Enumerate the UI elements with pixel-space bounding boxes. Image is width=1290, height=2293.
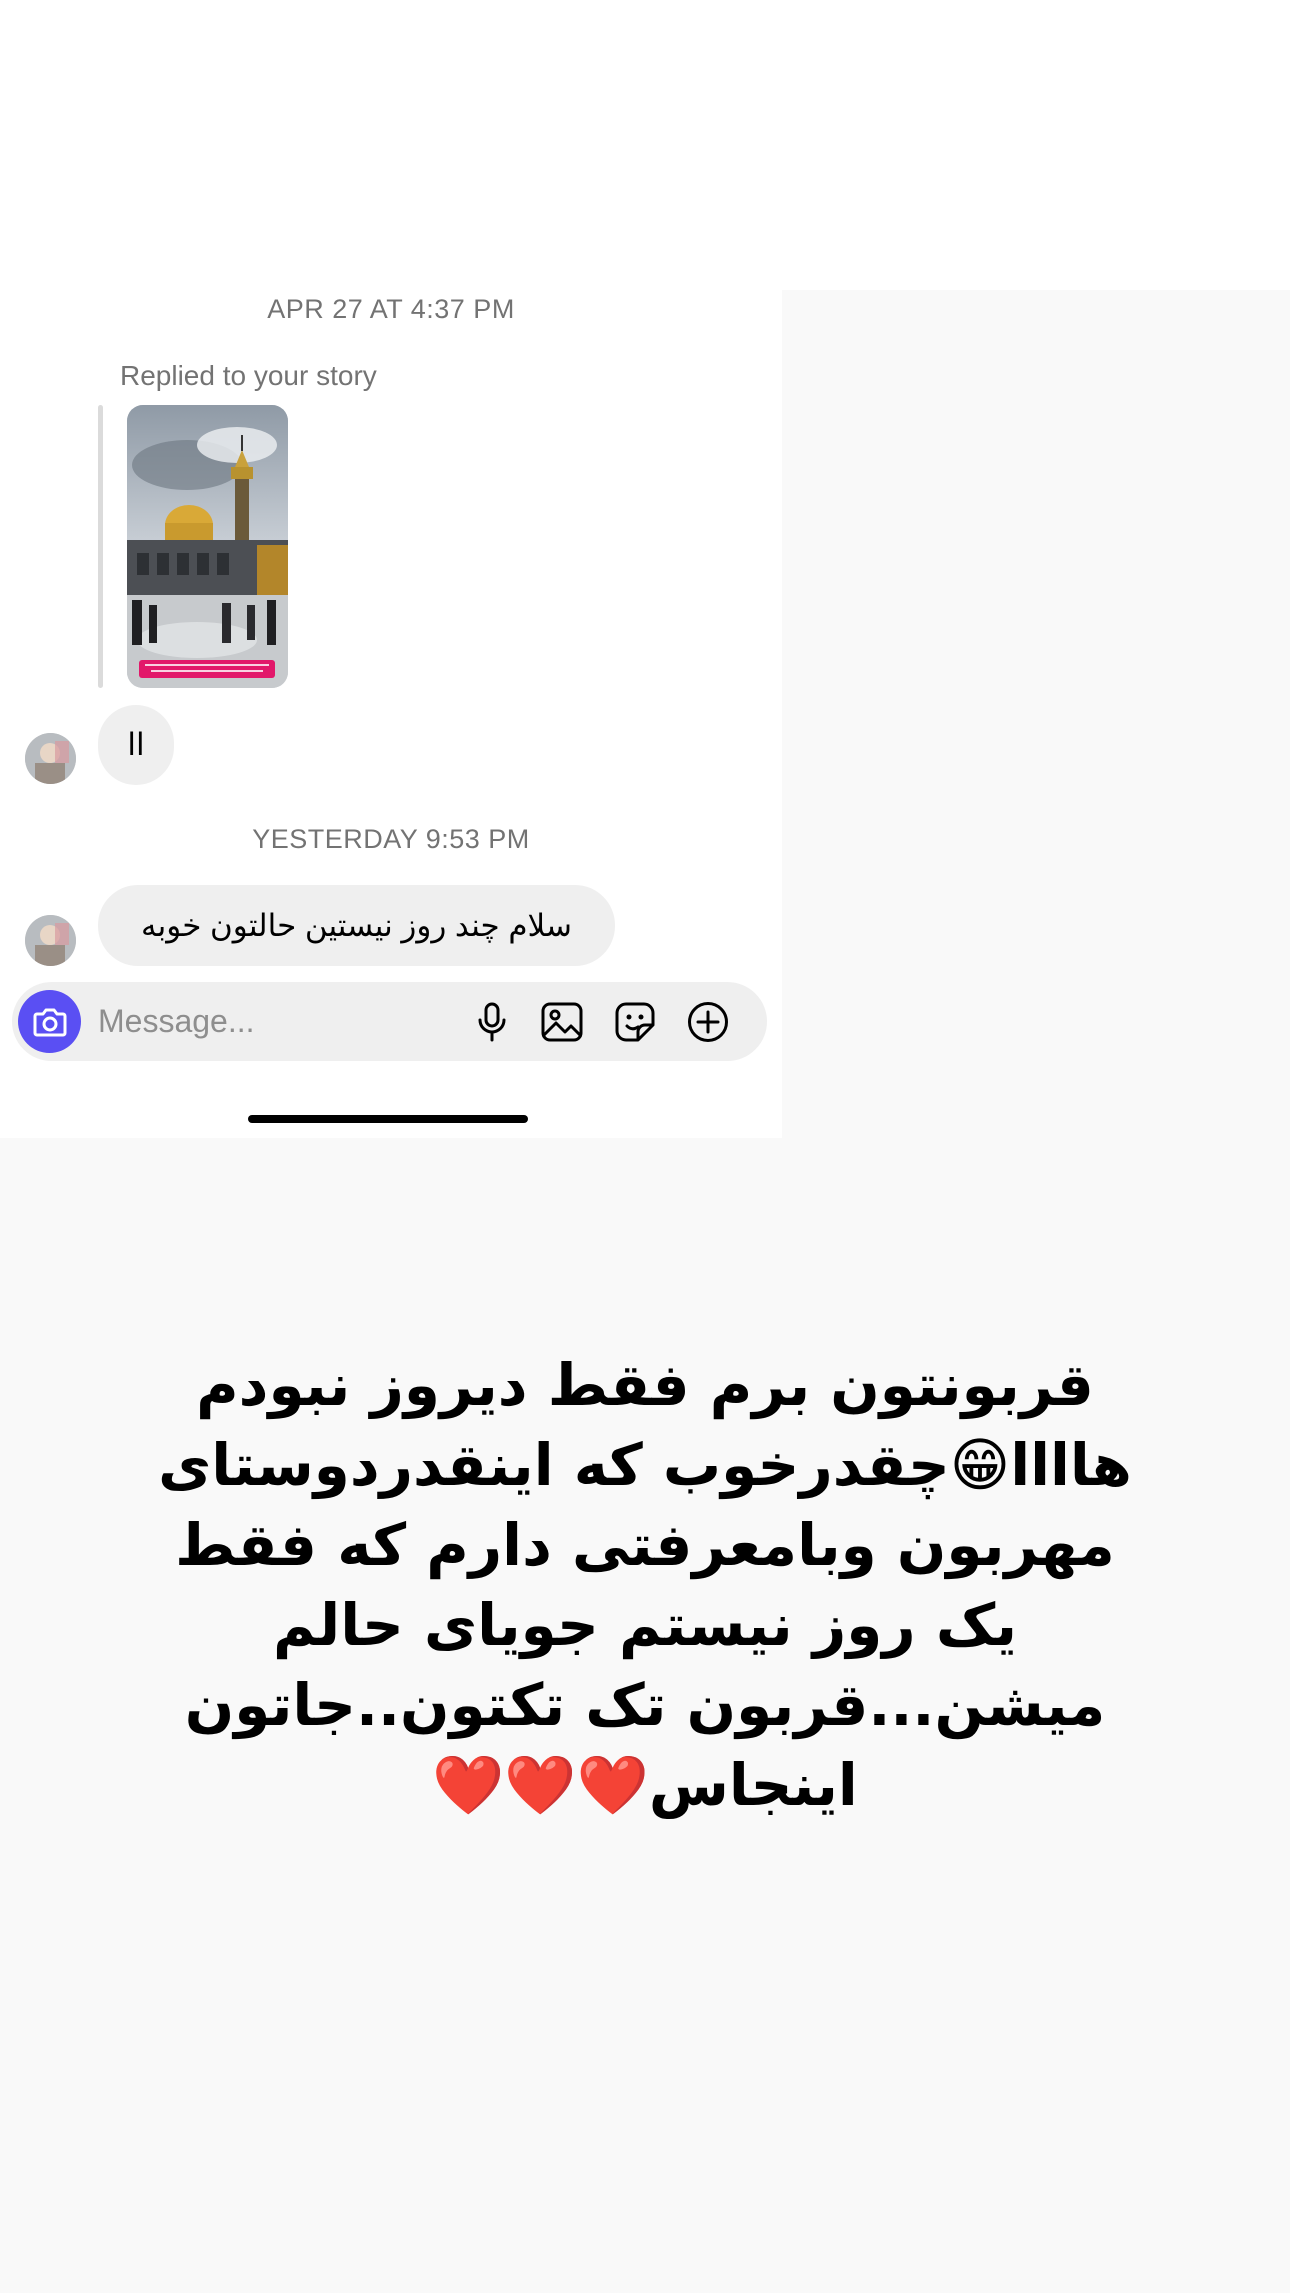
microphone-icon: [478, 1002, 506, 1042]
message-input[interactable]: [98, 994, 428, 1049]
sticker-icon: [615, 1002, 655, 1042]
add-button[interactable]: [686, 1000, 730, 1044]
sticker-button[interactable]: [613, 1000, 657, 1044]
message-bubble[interactable]: سلام چند روز نیستین حالتون خوبه: [98, 885, 615, 966]
gallery-button[interactable]: [540, 1000, 584, 1044]
microphone-button[interactable]: [470, 1000, 514, 1044]
shrine-photo: [127, 405, 288, 688]
story-caption: قربونتون برم فقط دیروز نبودم هاااا😁چقدرخ…: [158, 1351, 1132, 1819]
message-composer: [12, 982, 767, 1061]
message-bubble[interactable]: اا: [98, 705, 174, 785]
timestamp: YESTERDAY 9:53 PM: [252, 824, 530, 854]
camera-button[interactable]: [18, 990, 81, 1053]
avatar-image: [25, 915, 76, 966]
home-indicator[interactable]: [248, 1115, 528, 1123]
avatar[interactable]: [25, 915, 76, 966]
chat-screenshot: APR 27 AT 4:37 PM Replied to your story: [0, 0, 782, 1138]
avatar-image: [25, 733, 76, 784]
avatar[interactable]: [25, 733, 76, 784]
gallery-icon: [541, 1002, 583, 1042]
reply-quote-bar: [98, 405, 103, 688]
story-thumbnail[interactable]: [127, 405, 288, 688]
replied-to-story-label: Replied to your story: [120, 360, 377, 391]
plus-circle-icon: [688, 1002, 728, 1042]
camera-icon: [33, 1008, 66, 1036]
timestamp: APR 27 AT 4:37 PM: [267, 294, 515, 324]
